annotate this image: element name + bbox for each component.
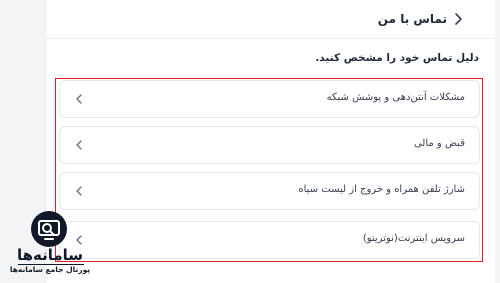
chevron-left-icon (76, 140, 82, 150)
logo-icon (31, 211, 67, 247)
option-label: قبض و مالی (413, 138, 465, 149)
page-title: تماس با من (377, 12, 447, 26)
page-header: تماس با من (47, 0, 495, 39)
option-label: شارژ تلفن همراه و خروج از لیست سیاه (298, 184, 465, 195)
logo-name: سامانه‌ها (16, 246, 84, 264)
option-label: سرویس اینترنت(نوترینو) (362, 233, 465, 244)
reason-prompt: دلیل تماس خود را مشخص کنید. (315, 52, 479, 64)
chevron-left-icon (76, 94, 82, 104)
option-label: مشکلات آنتن‌دهی و پوشش شبکه (326, 92, 465, 103)
option-mobile-charge[interactable]: شارژ تلفن همراه و خروج از لیست سیاه (59, 172, 480, 210)
option-network-coverage[interactable]: مشکلات آنتن‌دهی و پوشش شبکه (59, 80, 480, 118)
chevron-left-icon (76, 186, 82, 196)
option-internet-service[interactable]: سرویس اینترنت(نوترینو) (59, 221, 480, 259)
chevron-right-icon[interactable] (451, 12, 465, 26)
option-billing[interactable]: قبض و مالی (59, 126, 480, 164)
logo-tagline: پورتال جامع سامانه‌ها (9, 265, 91, 274)
watermark-logo: سامانه‌ها پورتال جامع سامانه‌ها (4, 210, 100, 280)
